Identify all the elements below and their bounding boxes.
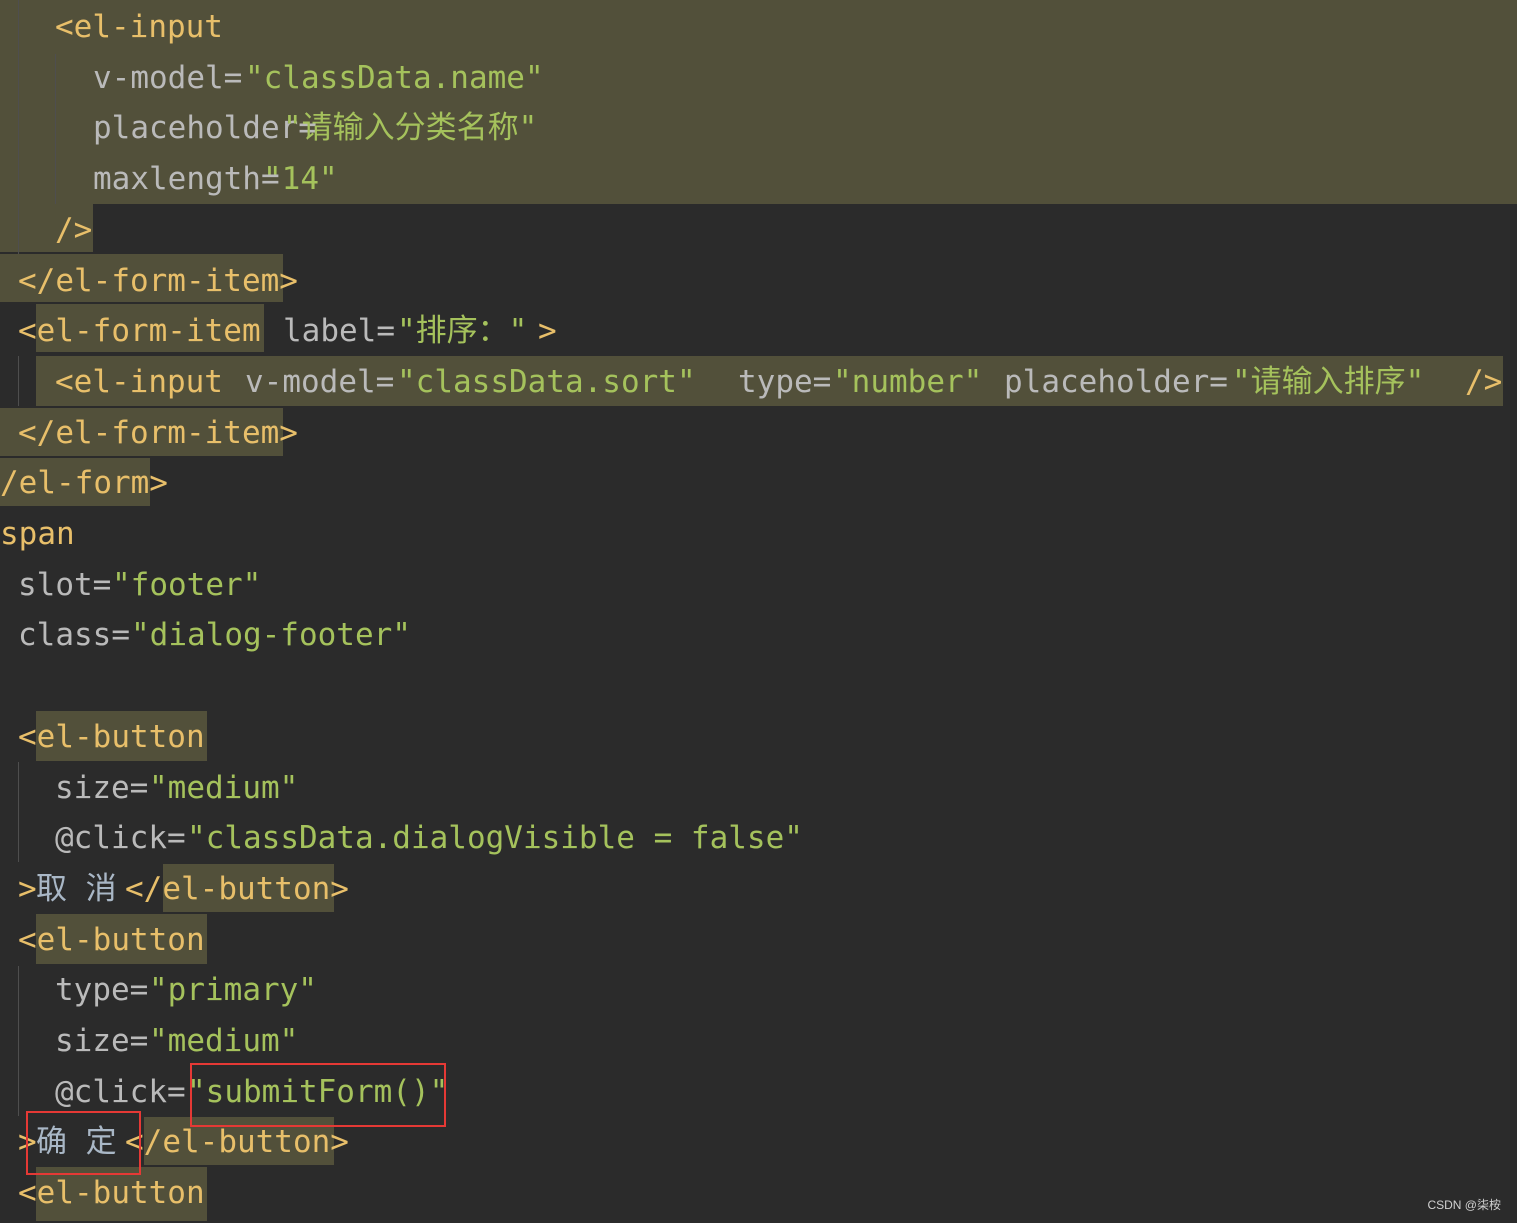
code-line[interactable]: <el-form-item label= "排序：" >: [0, 306, 1517, 356]
code-token: maxlength=: [93, 161, 280, 198]
code-editor[interactable]: <el-input v-model= "classData.name" placeho…: [0, 0, 1517, 1223]
code-token: >: [18, 870, 37, 907]
code-token: />: [55, 211, 93, 248]
code-token: "footer": [112, 566, 262, 603]
code-line[interactable]: @click= "classData.dialogVisible = false": [0, 813, 1517, 863]
watermark: CSDN @柒桉: [1427, 1198, 1501, 1212]
code-token: class=: [18, 617, 130, 654]
code-token: size=: [55, 769, 149, 806]
code-line[interactable]: size= "medium": [0, 1016, 1517, 1066]
code-token: /el-form>: [0, 465, 168, 502]
code-token: <el-button: [18, 921, 205, 958]
code-token: />: [1465, 363, 1503, 400]
code-token: "medium": [149, 769, 299, 806]
code-token: <el-button: [18, 718, 205, 755]
code-token: label=: [283, 313, 395, 350]
code-line[interactable]: />: [0, 205, 1517, 255]
code-token: "请输入分类名称": [283, 110, 538, 147]
code-line[interactable]: <el-input: [0, 2, 1517, 52]
code-token: <el-button: [18, 1175, 205, 1212]
code-line[interactable]: <el-button: [0, 712, 1517, 762]
code-token: "14": [263, 161, 338, 198]
code-line[interactable]: size= "medium": [0, 763, 1517, 813]
code-line[interactable]: placeholder= "请输入分类名称": [0, 103, 1517, 153]
code-token: "number": [833, 363, 983, 400]
code-token: "排序：": [397, 313, 528, 350]
code-token: type=: [738, 363, 832, 400]
code-line[interactable]: slot= "footer": [0, 560, 1517, 610]
code-token: "primary": [149, 972, 317, 1009]
code-line[interactable]: <el-input v-model= "classData.sort" type= "n…: [0, 357, 1517, 407]
code-token: </el-form-item>: [18, 414, 298, 451]
code-line[interactable]: v-model= "classData.name": [0, 53, 1517, 103]
code-token: "medium": [149, 1023, 299, 1059]
code-token: <el-input: [55, 9, 223, 45]
code-line[interactable]: class= "dialog-footer": [0, 610, 1517, 660]
code-token: >: [538, 313, 557, 350]
code-token: slot=: [18, 566, 112, 603]
code-token: "classData.sort": [397, 363, 696, 400]
code-line[interactable]: <el-button: [0, 915, 1517, 965]
annotation-box-confirm-label: [26, 1111, 141, 1175]
code-line[interactable]: </el-form-item>: [0, 256, 1517, 306]
code-token: "classData.dialogVisible = false": [187, 820, 803, 857]
code-token: v-model=: [93, 59, 243, 96]
code-token: placeholder=: [1004, 363, 1228, 400]
code-token: "classData.name": [245, 59, 544, 96]
code-token: v-model=: [245, 363, 395, 400]
code-token: @click=: [55, 820, 186, 857]
code-token: <el-input: [55, 363, 223, 400]
code-line[interactable]: </el-form-item>: [0, 408, 1517, 458]
code-token: type=: [55, 972, 149, 1009]
code-line[interactable]: <el-button: [0, 1168, 1517, 1218]
code-line[interactable]: > 取 消 </el-button>: [0, 864, 1517, 914]
code-token: </el-form-item>: [18, 262, 298, 299]
code-token: @click=: [55, 1073, 186, 1110]
code-token: "请输入排序": [1232, 363, 1425, 400]
code-line[interactable]: maxlength= "14": [0, 154, 1517, 204]
code-token: size=: [55, 1023, 149, 1059]
code-line[interactable]: /el-form>: [0, 458, 1517, 508]
code-token: span: [0, 516, 75, 552]
code-token: "dialog-footer": [131, 617, 411, 654]
code-token: 取 消: [36, 870, 117, 907]
code-line[interactable]: type= "primary": [0, 965, 1517, 1015]
code-line[interactable]: [0, 661, 1517, 711]
code-token: </el-button>: [125, 870, 349, 907]
code-line[interactable]: span: [0, 509, 1517, 559]
annotation-box-submit-handler: [190, 1063, 446, 1127]
code-token: <el-form-item: [18, 313, 261, 350]
